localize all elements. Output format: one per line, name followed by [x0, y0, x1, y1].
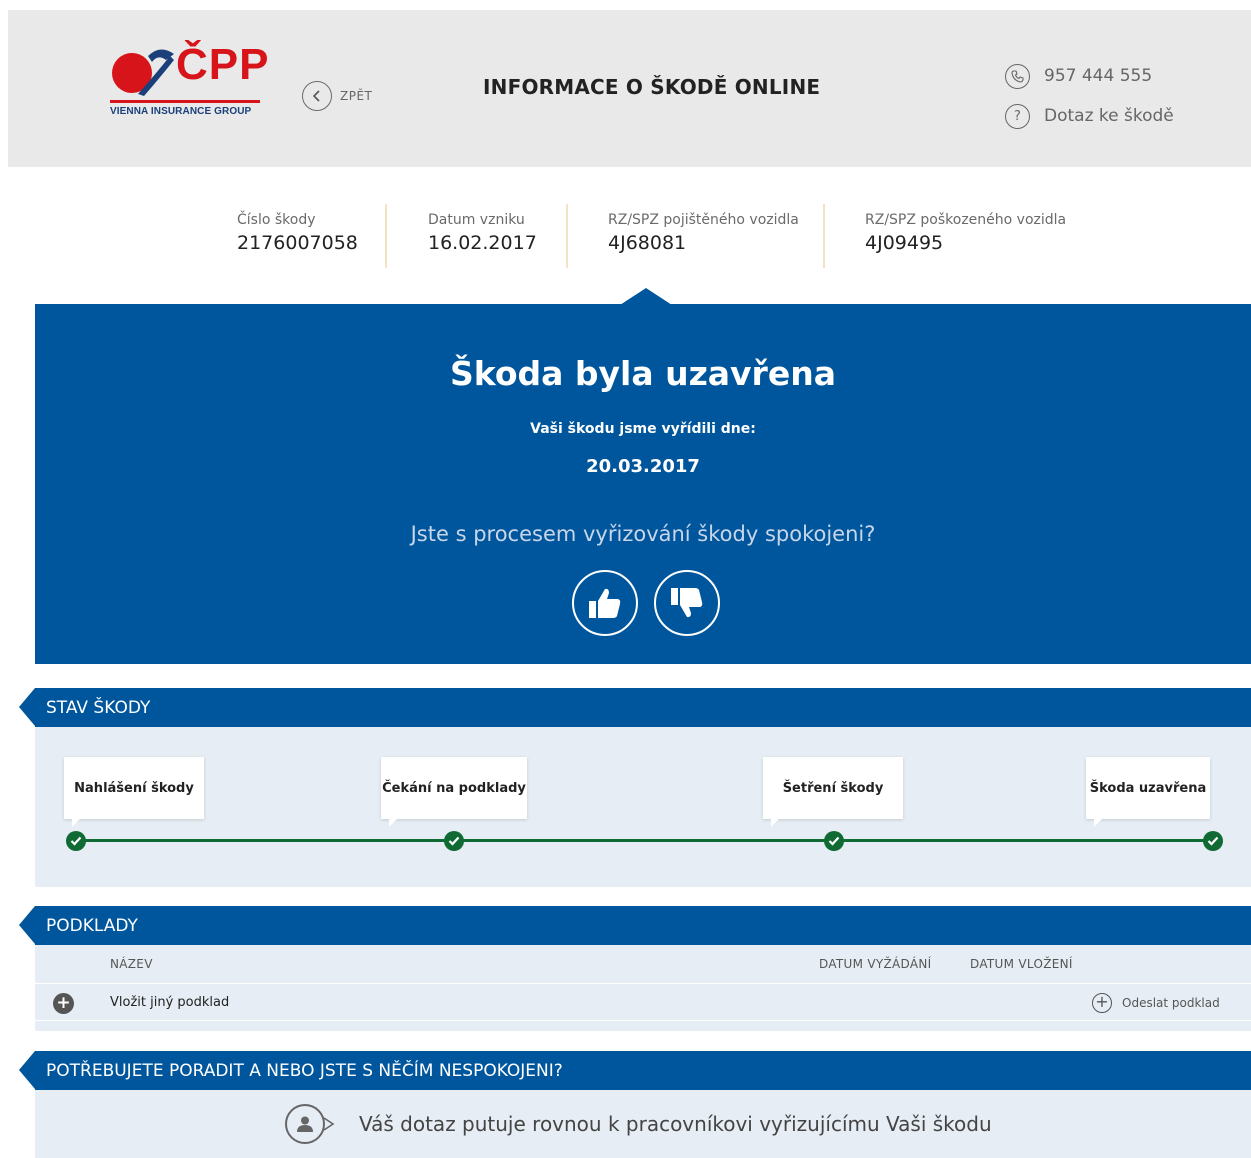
column-header-inserted: DATUM VLOŽENÍ: [970, 957, 1073, 971]
send-document-button[interactable]: + Odeslat podklad: [1092, 993, 1220, 1013]
question-icon: ?: [1005, 103, 1030, 129]
check-icon: [824, 831, 844, 851]
progress-step: Šetření škody: [763, 757, 903, 827]
progress-step: Nahlášení škody: [64, 757, 204, 827]
claim-info-label: Datum vzniku: [428, 212, 525, 228]
thumbs-down-button[interactable]: [654, 570, 720, 636]
add-document-icon[interactable]: +: [53, 993, 74, 1014]
progress-section-header: STAV ŠKODY: [19, 688, 1251, 727]
status-date: 20.03.2017: [586, 456, 700, 477]
status-title: Škoda byla uzavřena: [450, 354, 836, 393]
back-button[interactable]: ZPĚT: [302, 81, 372, 111]
documents-table: NÁZEV DATUM VYŽÁDÁNÍ DATUM VLOŽENÍ + Vlo…: [35, 945, 1251, 1031]
progress-step: Škoda uzavřena: [1086, 757, 1210, 827]
page-title: INFORMACE O ŠKODĚ ONLINE: [483, 75, 821, 99]
question-link[interactable]: ? Dotaz ke škodě: [1005, 96, 1174, 136]
claim-info-value: 4J68081: [608, 232, 687, 254]
thumbs-down-icon: [671, 588, 703, 618]
satisfaction-buttons: [572, 570, 720, 636]
claim-info-value: 2176007058: [237, 232, 358, 254]
question-label: Dotaz ke škodě: [1044, 106, 1174, 126]
check-icon: [1203, 831, 1223, 851]
help-section-header: POTŘEBUJETE PORADIT A NEBO JSTE S NĚČÍM …: [19, 1051, 1251, 1090]
check-icon: [444, 831, 464, 851]
user-chat-icon: [285, 1104, 325, 1144]
page-header: ČPP VIENNA INSURANCE GROUP ZPĚT INFORMAC…: [8, 10, 1251, 167]
claim-info-label: Číslo škody: [237, 212, 316, 228]
help-message: Váš dotaz putuje rovnou k pracovníkovi v…: [285, 1104, 992, 1144]
back-label: ZPĚT: [340, 89, 373, 103]
column-header-requested: DATUM VYŽÁDÁNÍ: [819, 957, 932, 971]
info-divider: [823, 204, 825, 268]
progress-section: Nahlášení škody Čekání na podklady Šetře…: [35, 727, 1251, 887]
phone-link[interactable]: 957 444 555: [1005, 56, 1174, 96]
insured-vehicle: RZ/SPZ pojištěného vozidla 4J68081: [608, 212, 799, 254]
check-icon: [66, 831, 86, 851]
phone-number: 957 444 555: [1044, 66, 1153, 86]
cpp-logo[interactable]: ČPP VIENNA INSURANCE GROUP: [108, 40, 268, 134]
phone-icon: [1005, 63, 1030, 89]
status-pointer: [620, 288, 672, 305]
table-header: NÁZEV DATUM VYŽÁDÁNÍ DATUM VLOŽENÍ: [35, 945, 1251, 983]
contact-block: 957 444 555 ? Dotaz ke škodě: [1005, 56, 1174, 136]
chevron-left-icon: [302, 81, 332, 111]
status-panel: Škoda byla uzavřena Vaši škodu jsme vyří…: [35, 304, 1251, 664]
speech-tail-icon: [323, 1117, 335, 1131]
status-subtitle: Vaši škodu jsme vyřídili dne:: [530, 421, 756, 437]
thumbs-up-button[interactable]: [572, 570, 638, 636]
satisfaction-question: Jste s procesem vyřizování škody spokoje…: [410, 522, 876, 546]
plus-icon: +: [1092, 993, 1112, 1013]
claim-number: Číslo škody 2176007058: [237, 212, 358, 254]
logo-subtitle: VIENNA INSURANCE GROUP: [110, 106, 252, 117]
progress-line: [77, 839, 1213, 842]
thumbs-up-icon: [589, 588, 621, 618]
claim-date: Datum vzniku 16.02.2017: [428, 212, 537, 254]
info-divider: [385, 204, 387, 268]
table-row: + Vložit jiný podklad + Odeslat podklad: [35, 983, 1251, 1021]
help-section: Váš dotaz putuje rovnou k pracovníkovi v…: [35, 1090, 1251, 1158]
logo-text: ČPP: [176, 40, 270, 89]
help-text: Váš dotaz putuje rovnou k pracovníkovi v…: [359, 1112, 992, 1136]
claim-info-label: RZ/SPZ poškozeného vozidla: [865, 212, 1067, 228]
claim-info-label: RZ/SPZ pojištěného vozidla: [608, 212, 799, 228]
claim-info-bar: Číslo škody 2176007058 Datum vzniku 16.0…: [0, 204, 1251, 272]
document-name: Vložit jiný podklad: [110, 995, 230, 1010]
logo-underline: [110, 100, 260, 103]
progress-step: Čekání na podklady: [381, 757, 527, 827]
send-document-label: Odeslat podklad: [1122, 996, 1220, 1010]
claim-info-value: 4J09495: [865, 232, 944, 254]
damaged-vehicle: RZ/SPZ poškozeného vozidla 4J09495: [865, 212, 1066, 254]
claim-info-value: 16.02.2017: [428, 232, 537, 254]
column-header-name: NÁZEV: [110, 957, 153, 971]
info-divider: [566, 204, 568, 268]
documents-section-header: PODKLADY: [19, 906, 1251, 945]
